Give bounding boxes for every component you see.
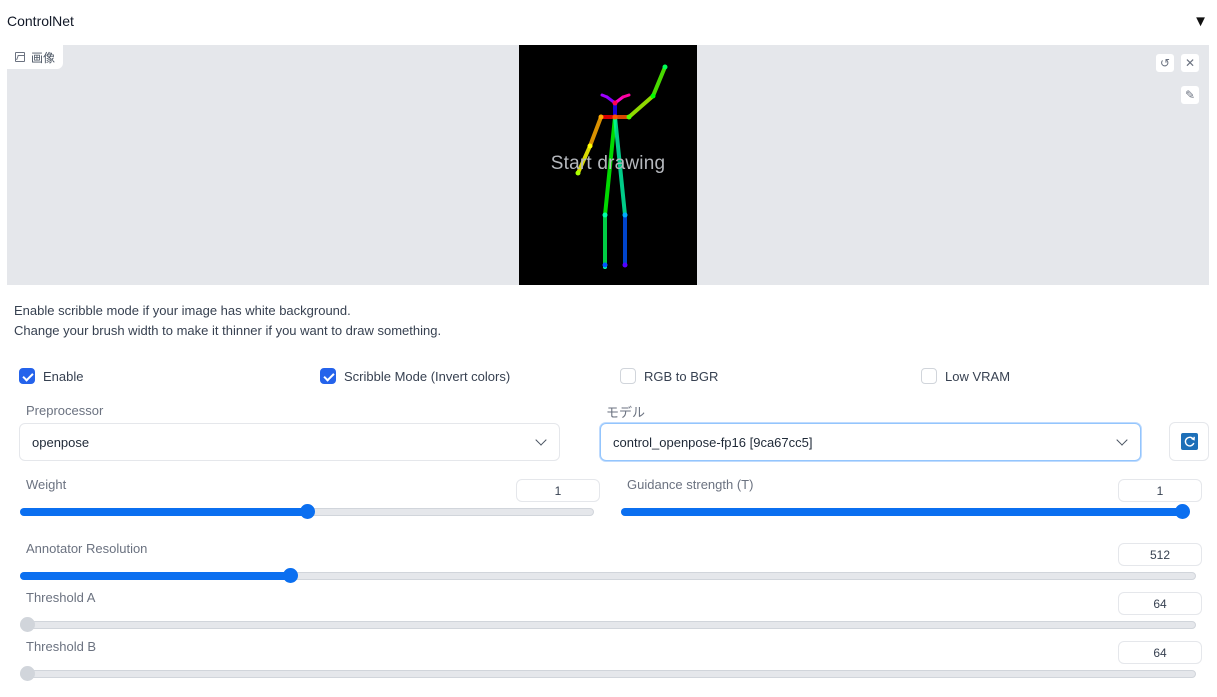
rgb-to-bgr-checkbox[interactable]: RGB to BGR	[620, 368, 718, 384]
slider-thumb[interactable]	[20, 617, 35, 632]
preprocessor-dropdown[interactable]: openpose	[19, 423, 560, 461]
guidance-number-input[interactable]: 1	[1118, 479, 1202, 502]
help-text-line-2: Change your brush width to make it thinn…	[14, 323, 442, 338]
chevron-down-icon	[1116, 434, 1128, 446]
panel-title: ControlNet	[7, 13, 74, 29]
annotator-resolution-label: Annotator Resolution	[26, 541, 148, 556]
slider-track	[20, 621, 1196, 629]
help-text-line-1: Enable scribble mode if your image has w…	[14, 303, 351, 318]
image-tab-text: 画像	[31, 50, 56, 65]
weight-slider[interactable]	[20, 504, 594, 520]
slider-fill	[20, 572, 290, 580]
start-drawing-text: Start drawing	[550, 153, 666, 174]
slider-thumb[interactable]	[1175, 504, 1190, 519]
slider-thumb[interactable]	[20, 666, 35, 681]
enable-checkbox[interactable]: Enable	[19, 368, 83, 384]
image-icon	[15, 52, 25, 62]
weight-label: Weight	[26, 477, 67, 492]
scribble-mode-checkbox[interactable]: Scribble Mode (Invert colors)	[320, 368, 510, 384]
low-vram-label: Low VRAM	[945, 368, 1011, 384]
close-icon: ✕	[1184, 56, 1196, 70]
chevron-down-icon	[535, 434, 547, 446]
threshold-b-label: Threshold B	[26, 639, 97, 654]
slider-fill	[621, 508, 1182, 516]
model-dropdown[interactable]: control_openpose-fp16 [9ca67cc5]	[600, 423, 1141, 461]
panel-header[interactable]: ControlNet ▼	[0, 0, 1217, 44]
annotator-resolution-slider[interactable]	[20, 568, 1196, 584]
collapse-icon[interactable]: ▼	[1193, 13, 1208, 30]
refresh-models-button[interactable]	[1169, 422, 1209, 461]
scribble-label: Scribble Mode (Invert colors)	[344, 368, 511, 384]
slider-track	[20, 670, 1196, 678]
clear-button[interactable]: ✕	[1180, 53, 1200, 73]
enable-checkbox-box[interactable]	[19, 368, 35, 384]
guidance-slider[interactable]	[621, 504, 1190, 520]
threshold-b-slider[interactable]	[20, 666, 1196, 682]
annotator-resolution-number-input[interactable]: 512	[1118, 543, 1202, 566]
undo-button[interactable]: ↺	[1155, 53, 1175, 73]
enable-label: Enable	[43, 368, 84, 384]
threshold-a-number-input[interactable]: 64	[1118, 592, 1202, 615]
rgb-bgr-checkbox-box[interactable]	[620, 368, 636, 384]
preprocessor-value: openpose	[32, 434, 90, 450]
model-value: control_openpose-fp16 [9ca67cc5]	[613, 434, 813, 450]
threshold-a-slider[interactable]	[20, 617, 1196, 633]
slider-thumb[interactable]	[300, 504, 315, 519]
image-canvas-area[interactable]: 画像 Start drawing ↺ ✕ ✎	[7, 45, 1209, 285]
rgb-bgr-label: RGB to BGR	[644, 368, 719, 384]
slider-fill	[20, 508, 307, 516]
low-vram-checkbox[interactable]: Low VRAM	[921, 368, 1010, 384]
weight-number-input[interactable]: 1	[516, 479, 600, 502]
slider-thumb[interactable]	[282, 568, 298, 583]
model-label: モデル	[606, 405, 646, 420]
undo-icon: ↺	[1159, 56, 1171, 70]
guidance-label: Guidance strength (T)	[627, 477, 754, 492]
scribble-checkbox-box[interactable]	[320, 368, 336, 384]
threshold-a-label: Threshold A	[26, 590, 96, 605]
threshold-b-number-input[interactable]: 64	[1118, 641, 1202, 664]
brush-icon: ✎	[1184, 88, 1196, 102]
preprocessor-label: Preprocessor	[26, 403, 104, 418]
pose-drawing-canvas[interactable]: Start drawing	[519, 45, 697, 285]
image-tab-label: 画像	[7, 45, 64, 69]
brush-button[interactable]: ✎	[1180, 85, 1200, 105]
refresh-icon	[1180, 433, 1198, 450]
low-vram-checkbox-box[interactable]	[921, 368, 937, 384]
